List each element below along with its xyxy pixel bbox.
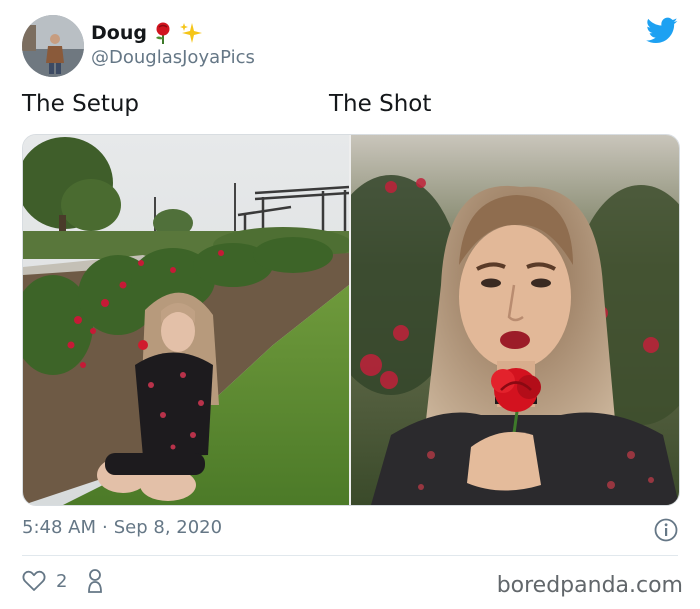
- author-name[interactable]: Doug: [91, 22, 147, 44]
- rose-icon: [155, 22, 170, 44]
- author-handle[interactable]: @DouglasJoyaPics: [91, 47, 255, 68]
- avatar[interactable]: [22, 15, 84, 77]
- info-icon[interactable]: [654, 518, 678, 542]
- avatar-image: [22, 15, 84, 77]
- caption-setup: The Setup: [22, 91, 140, 117]
- tweet-date[interactable]: Sep 8, 2020: [114, 517, 222, 538]
- heart-icon[interactable]: [22, 570, 46, 592]
- timestamp-separator: ·: [102, 517, 108, 538]
- tweet-time[interactable]: 5:48 AM: [22, 517, 96, 538]
- like-count: 2: [56, 570, 68, 592]
- tweet-media[interactable]: [22, 134, 680, 506]
- caption-shot: The Shot: [329, 91, 432, 117]
- shot-photo[interactable]: [351, 135, 679, 505]
- twitter-bird-icon[interactable]: [646, 17, 678, 45]
- tweet-timestamp[interactable]: 5:48 AM · Sep 8, 2020: [22, 517, 222, 538]
- tweet-actions: 2: [22, 568, 103, 594]
- person-icon[interactable]: [87, 568, 103, 594]
- author-name-row[interactable]: Doug: [91, 21, 203, 45]
- divider: [22, 555, 678, 556]
- setup-photo[interactable]: [23, 135, 349, 505]
- sparkles-icon: [179, 23, 202, 43]
- watermark: boredpanda.com: [496, 573, 683, 598]
